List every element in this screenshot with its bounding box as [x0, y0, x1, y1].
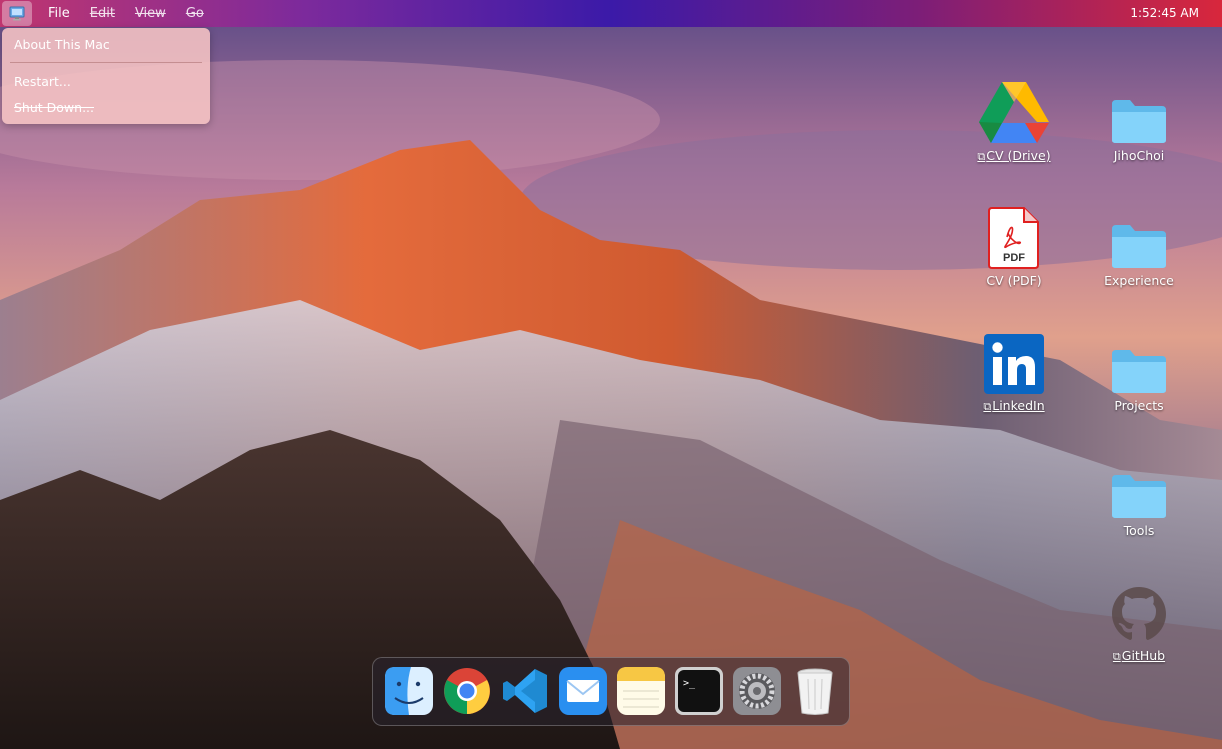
pdf-icon: PDF	[988, 207, 1039, 269]
finder-icon	[385, 667, 433, 715]
dock-vscode[interactable]	[501, 667, 549, 715]
google-drive-icon	[979, 82, 1049, 143]
shut-down-item[interactable]: Shut Down...	[14, 100, 94, 115]
vscode-icon	[503, 669, 547, 713]
desktop-icon-tools[interactable]: Tools	[1084, 455, 1194, 538]
dock-trash[interactable]	[791, 667, 839, 715]
menu-view[interactable]: View	[135, 6, 166, 21]
folder-icon	[1112, 225, 1166, 268]
trash-icon	[797, 668, 833, 715]
external-link-icon: ⧉	[977, 150, 986, 163]
chrome-icon	[444, 668, 490, 714]
notes-icon	[617, 667, 665, 715]
desktop-icon-label: ⧉CV (Drive)	[977, 148, 1051, 163]
dock-notes[interactable]	[617, 667, 665, 715]
desktop-icon-projects[interactable]: Projects	[1084, 330, 1194, 413]
external-link-icon: ⧉	[1112, 650, 1121, 663]
dock-terminal[interactable]: >_	[675, 667, 723, 715]
pdf-badge-text: PDF	[1003, 252, 1025, 264]
desktop-icon-linkedin[interactable]: ⧉LinkedIn	[959, 330, 1069, 414]
folder-icon	[1112, 350, 1166, 393]
dock: >_	[372, 657, 850, 726]
terminal-icon: >_	[675, 667, 723, 715]
desktop-icon-experience[interactable]: Experience	[1084, 205, 1194, 288]
desktop-icon-label: ⧉LinkedIn	[983, 398, 1045, 413]
dock-mail[interactable]	[559, 667, 607, 715]
menu-bar-clock: 1:52:45 AM	[1130, 6, 1199, 20]
mail-icon	[559, 667, 607, 715]
desktop-icon-cv-drive[interactable]: ⧉CV (Drive)	[959, 80, 1069, 164]
linkedin-icon	[984, 334, 1044, 394]
desktop-icon-label: Tools	[1123, 523, 1155, 538]
desktop-icon-jihochoi[interactable]: JihoChoi	[1084, 80, 1194, 163]
computer-icon	[9, 6, 25, 21]
menu-file[interactable]: File	[48, 6, 70, 21]
menu-edit[interactable]: Edit	[90, 6, 115, 21]
desktop-icon-label: CV (PDF)	[986, 273, 1042, 288]
terminal-prompt-text: >_	[683, 678, 696, 689]
system-preferences-icon	[733, 667, 781, 715]
desktop-icon-label: Experience	[1104, 273, 1174, 288]
desktop-icon-label: ⧉GitHub	[1112, 648, 1166, 663]
apple-menu-button[interactable]	[2, 1, 32, 26]
dock-chrome[interactable]	[443, 667, 491, 715]
dock-finder[interactable]	[385, 667, 433, 715]
dock-system-preferences[interactable]	[733, 667, 781, 715]
apple-menu-dropdown: About This Mac Restart... Shut Down...	[2, 28, 210, 124]
github-icon	[1112, 587, 1166, 640]
external-link-icon: ⧉	[983, 400, 992, 413]
desktop-icon-cv-pdf[interactable]: PDF CV (PDF)	[959, 205, 1069, 288]
restart-item[interactable]: Restart...	[14, 74, 71, 89]
folder-icon	[1112, 475, 1166, 518]
desktop-icon-label: JihoChoi	[1113, 148, 1165, 163]
menu-go[interactable]: Go	[186, 6, 204, 21]
menu-separator	[10, 62, 202, 63]
folder-icon	[1112, 100, 1166, 143]
desktop-icon-github[interactable]: ⧉GitHub	[1084, 580, 1194, 664]
desktop-icon-label: Projects	[1114, 398, 1164, 413]
about-this-mac-item[interactable]: About This Mac	[14, 37, 110, 52]
menu-bar: File Edit View Go 1:52:45 AM	[0, 0, 1222, 27]
